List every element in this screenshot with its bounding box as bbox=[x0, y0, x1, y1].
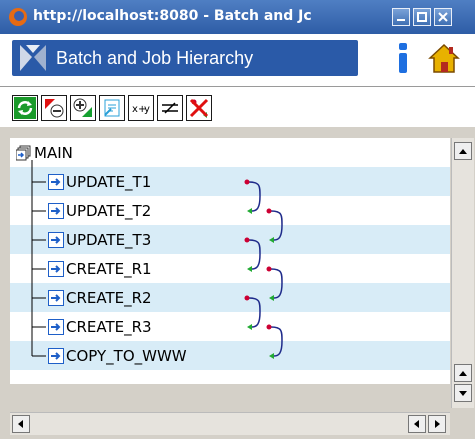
job-label: CREATE_R2 bbox=[66, 289, 152, 307]
arrow-left-icon bbox=[18, 420, 23, 428]
vertical-scrollbar[interactable] bbox=[451, 138, 474, 408]
maximize-icon bbox=[417, 12, 427, 22]
job-label: UPDATE_T1 bbox=[66, 173, 152, 191]
scroll-up-button[interactable] bbox=[454, 142, 472, 160]
expand-button[interactable] bbox=[70, 95, 96, 121]
tree-row[interactable]: UPDATE_T1 bbox=[10, 167, 450, 196]
arrow-down-icon bbox=[459, 391, 467, 396]
refresh-button[interactable] bbox=[12, 95, 38, 121]
info-icon bbox=[399, 43, 407, 73]
app-title: Batch and Job Hierarchy bbox=[56, 48, 254, 68]
scroll-left-button-right[interactable] bbox=[408, 415, 426, 433]
browser-icon bbox=[9, 8, 27, 26]
tree-root-row[interactable]: MAIN bbox=[10, 138, 450, 167]
app-header: Batch and Job Hierarchy bbox=[0, 34, 475, 87]
maximize-button[interactable] bbox=[413, 8, 431, 26]
arrow-right-icon bbox=[435, 420, 440, 428]
tree-row[interactable]: CREATE_R3 bbox=[10, 312, 450, 341]
job-label: COPY_TO_WWW bbox=[66, 347, 187, 365]
tree-row[interactable]: CREATE_R1 bbox=[10, 254, 450, 283]
arrow-up-icon bbox=[459, 371, 467, 376]
toolbar: x + y bbox=[0, 87, 475, 127]
window-titlebar[interactable]: http://localhost:8080 - Batch and Jc bbox=[0, 0, 475, 34]
tree-row[interactable]: CREATE_R2 bbox=[10, 283, 450, 312]
svg-text:y: y bbox=[144, 104, 150, 115]
collapse-icon bbox=[45, 99, 64, 118]
horizontal-scrollbar[interactable] bbox=[10, 412, 450, 435]
tree-row[interactable]: UPDATE_T2 bbox=[10, 196, 450, 225]
compare-button[interactable] bbox=[157, 95, 183, 121]
tree-connector-lines bbox=[31, 160, 46, 357]
minimize-button[interactable] bbox=[392, 8, 410, 26]
arrow-up-icon bbox=[459, 149, 467, 154]
app-logo-icon bbox=[20, 45, 46, 71]
document-button[interactable] bbox=[99, 95, 125, 121]
expand-icon bbox=[73, 98, 92, 117]
collapse-button[interactable] bbox=[41, 95, 67, 121]
scroll-right-button[interactable] bbox=[428, 415, 446, 433]
tree-row[interactable]: COPY_TO_WWW bbox=[10, 341, 450, 370]
scroll-down-button[interactable] bbox=[454, 384, 472, 402]
close-icon bbox=[438, 12, 448, 22]
xy-button[interactable]: x + y bbox=[128, 95, 154, 121]
compare-icon bbox=[162, 102, 178, 114]
arrow-left-icon bbox=[414, 420, 419, 428]
remove-dependency-icon bbox=[189, 98, 209, 118]
job-label: UPDATE_T2 bbox=[66, 202, 152, 220]
job-label: CREATE_R1 bbox=[66, 260, 152, 278]
header-panel: Batch and Job Hierarchy bbox=[12, 40, 358, 76]
xy-icon: x + y bbox=[132, 104, 150, 115]
document-icon bbox=[104, 99, 120, 117]
refresh-icon bbox=[14, 97, 36, 119]
remove-dependency-button[interactable] bbox=[186, 95, 212, 121]
home-icon bbox=[426, 40, 462, 76]
scroll-up-button-bottom[interactable] bbox=[454, 364, 472, 382]
window-title: http://localhost:8080 - Batch and Jc bbox=[33, 8, 312, 24]
tree-row[interactable]: UPDATE_T3 bbox=[10, 225, 450, 254]
job-label: UPDATE_T3 bbox=[66, 231, 152, 249]
hierarchy-tree: MAIN UPDATE_T1 UPDATE_T2 UPDATE_T3 CREAT… bbox=[10, 138, 450, 384]
dependency-links bbox=[244, 179, 283, 359]
close-button[interactable] bbox=[434, 8, 452, 26]
minimize-icon bbox=[397, 19, 405, 21]
scroll-left-button[interactable] bbox=[12, 415, 30, 433]
info-button[interactable] bbox=[385, 40, 421, 76]
home-button[interactable] bbox=[426, 40, 462, 76]
job-label: CREATE_R3 bbox=[66, 318, 152, 336]
